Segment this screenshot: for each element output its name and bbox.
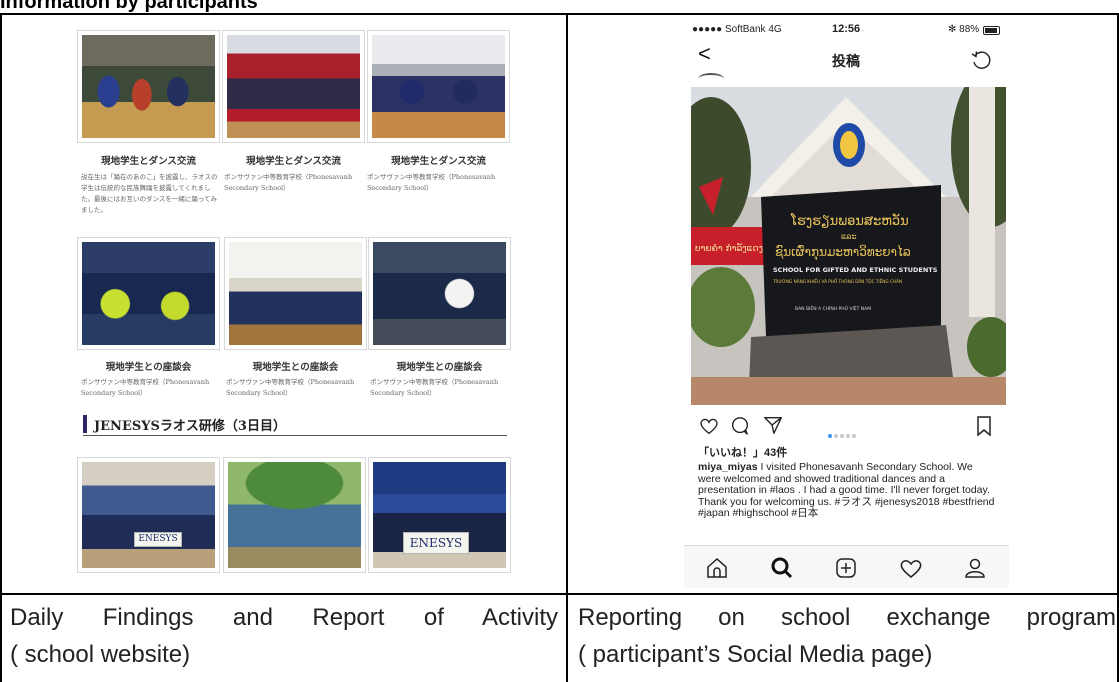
battery-icon xyxy=(983,26,1000,35)
dance-photo-desc-3: ポンサヴァン中等教育学校（Phonesavanh Secondary Schoo… xyxy=(367,173,496,192)
heart-icon[interactable] xyxy=(698,415,720,437)
add-post-icon[interactable] xyxy=(831,553,861,583)
group-photo-1: ENESYS xyxy=(77,457,220,573)
table-border-left xyxy=(0,13,2,682)
discussion-photo-2 xyxy=(224,237,367,350)
sign-line-2: ແລະ xyxy=(841,232,857,241)
status-carrier: ●●●●● SoftBank 4G xyxy=(692,24,782,35)
sign-line-1: ໂຮງຮຽນພອນສະຫວັນ xyxy=(790,214,909,229)
post-photo: ບາຍຄຳ ກຳລັງແດງ ສົນຄະນານ ໂຮງຮຽນພອນສະຫວັນ … xyxy=(691,87,1006,405)
back-button[interactable]: < xyxy=(698,41,711,67)
section-heading-bar xyxy=(83,415,87,433)
discussion-photo-desc-3: ポンサヴァン中等教育学校（Phonesavanh Secondary Schoo… xyxy=(370,378,499,397)
instagram-post-screenshot: ●●●●● SoftBank 4G 12:56 ✻ 88% < 投稿 ບາຍຄຳ… xyxy=(684,17,1009,588)
discussion-photo-title-3: 現地学生との座談会 xyxy=(396,362,483,373)
discussion-photo-desc-1: ポンサヴァン中等教育学校（Phonesavanh Secondary Schoo… xyxy=(81,378,210,397)
activity-heart-icon[interactable] xyxy=(896,553,926,583)
school-website-screenshot: 現地学生とダンス交流 現地学生とダンス交流 現地学生とダンス交流 説在生は「踊在… xyxy=(66,30,516,580)
left-caption: Daily Findings and Report of Activity ( … xyxy=(10,599,558,673)
group-photo-banner-3: ENESYS xyxy=(403,532,469,554)
discussion-photo-title-2: 現地学生との座談会 xyxy=(252,362,339,373)
section-heading-text: JENESYSラオス研修（3日目） xyxy=(94,419,286,434)
right-caption-line-2: ( participant’s Social Media page) xyxy=(578,641,933,668)
post-title: 投稿 xyxy=(832,53,860,69)
dance-photo-3 xyxy=(367,30,510,143)
discussion-photo-1 xyxy=(77,237,220,350)
table-border-middle xyxy=(566,13,568,682)
sign-line-3: ຊົນເຜົ່າກຸນມະຫາວິທະຍາໄລ xyxy=(775,244,911,261)
status-battery: ✻ 88% xyxy=(948,24,980,35)
group-photo-2 xyxy=(223,457,366,573)
section-heading: JENESYSラオス研修（3日目） xyxy=(83,415,507,436)
home-icon[interactable] xyxy=(702,553,732,583)
dance-photo-title-3: 現地学生とダンス交流 xyxy=(391,156,486,167)
post-caption: miya_miyas I visited Phonesavanh Seconda… xyxy=(698,461,995,520)
search-icon[interactable] xyxy=(767,553,797,583)
group-photo-3: ENESYS xyxy=(368,457,511,573)
left-caption-line-2: ( school website) xyxy=(10,641,191,668)
sign-line-4: SCHOOL FOR GIFTED AND ETHNIC STUDENTS xyxy=(773,266,938,274)
dance-photo-title-2: 現地学生とダンス交流 xyxy=(246,156,341,167)
dance-photo-title-1: 現地学生とダンス交流 xyxy=(101,156,196,167)
right-caption: Reporting on school exchange program ( p… xyxy=(578,599,1116,673)
discussion-photo-3 xyxy=(368,237,511,350)
likes-count[interactable]: 「いいね！」43件 xyxy=(698,444,787,460)
sign-line-5: TRƯỜNG NĂNG KHIẾU VÀ PHỔ THÔNG DÂN TỘC T… xyxy=(772,278,902,284)
avatar-edge xyxy=(698,73,724,85)
post-username[interactable]: miya_miyas xyxy=(698,461,758,473)
share-icon[interactable] xyxy=(762,414,784,436)
bookmark-icon[interactable] xyxy=(975,415,993,437)
profile-icon[interactable] xyxy=(960,553,990,583)
discussion-photo-title-1: 現地学生との座談会 xyxy=(105,362,192,373)
document-heading: Information by participants xyxy=(0,0,258,13)
discussion-photo-desc-2: ポンサヴァン中等教育学校（Phonesavanh Secondary Schoo… xyxy=(226,378,355,397)
dance-photo-2 xyxy=(222,30,365,143)
carousel-dots xyxy=(828,423,856,442)
group-photo-banner-1: ENESYS xyxy=(134,532,182,547)
status-time: 12:56 xyxy=(832,23,861,35)
left-caption-line-1: Daily Findings and Report of Activity xyxy=(10,604,558,631)
right-caption-line-1: Reporting on school exchange program xyxy=(578,604,1116,631)
comment-icon[interactable] xyxy=(729,415,751,437)
dance-photo-desc-1: 説在生は「踊在のあのこ」を披露し、ラオスの学生は伝統的な民族舞踊を披露してくれま… xyxy=(81,173,218,214)
dance-photo-desc-2: ポンサヴァン中等教育学校（Phonesavanh Secondary Schoo… xyxy=(224,173,353,192)
table-row-divider xyxy=(0,593,1119,595)
dance-photo-1 xyxy=(77,30,220,143)
refresh-icon[interactable] xyxy=(969,48,993,72)
table-border-top xyxy=(0,13,1119,15)
